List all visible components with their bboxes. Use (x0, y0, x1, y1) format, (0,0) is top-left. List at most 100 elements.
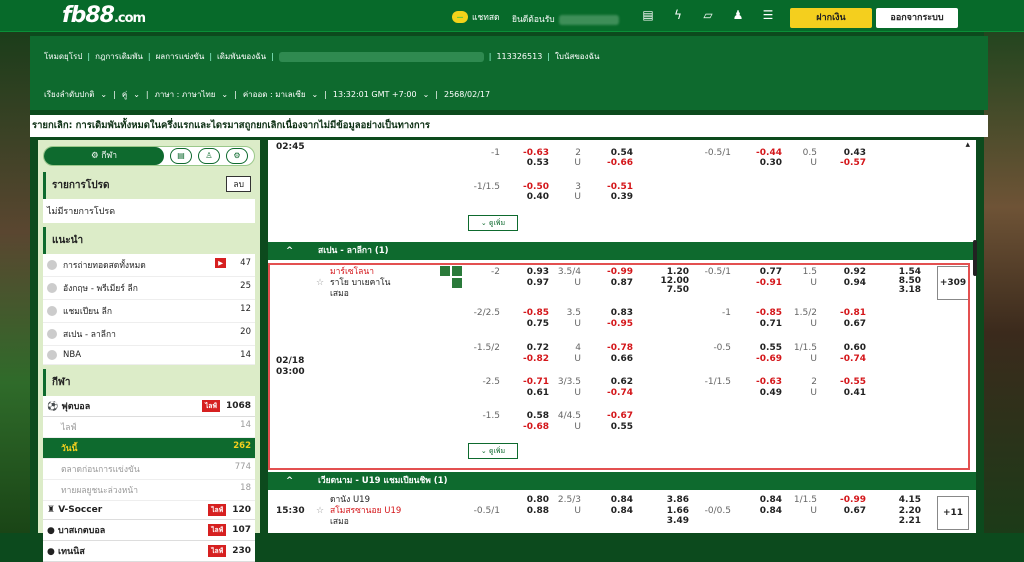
betslip-icon[interactable]: ▤ (170, 148, 192, 164)
odds-cell[interactable]: 0.39 (593, 192, 633, 202)
odds-cell[interactable]: 0.41 (826, 388, 866, 398)
balance-icon[interactable]: ▤ (640, 8, 656, 22)
gear-icon[interactable]: ⚙ (226, 148, 248, 164)
logout-button[interactable]: ออกจากระบบ (876, 8, 958, 28)
odds-cell[interactable]: 0.77 (742, 267, 782, 277)
promo-icon[interactable]: ▱ (700, 8, 716, 22)
more-markets-button[interactable]: +11 (937, 496, 969, 530)
more-button[interactable]: ⌄ ดูเพิ่ม (468, 215, 518, 231)
sub-item-today[interactable]: วันนี้ 262 (43, 438, 255, 459)
odds-cell[interactable]: 0.67 (826, 319, 866, 329)
odds-cell[interactable]: -0.51 (593, 182, 633, 192)
odds-cell[interactable]: 2.21 (881, 516, 921, 526)
odds-cell[interactable]: 0.66 (593, 354, 633, 364)
odds-cell[interactable]: 0.83 (593, 308, 633, 318)
odds-cell[interactable]: 3.86 (649, 495, 689, 505)
star-icon[interactable]: ☆ (316, 506, 324, 516)
odds-cell[interactable]: 0.87 (593, 278, 633, 288)
odds-cell[interactable]: -0.95 (593, 319, 633, 329)
link-rules[interactable]: กฎการเดิมพัน (95, 50, 143, 63)
scrollbar[interactable] (973, 240, 977, 276)
odds-cell[interactable]: -0.57 (826, 158, 866, 168)
sport-vsoccer[interactable]: ♜ V-Soccer ไลฟ์ 120 (43, 501, 255, 520)
user-icon[interactable]: ♙ (198, 148, 220, 164)
sub-item-prematch[interactable]: ตลาดก่อนการแข่งขัน 774 (43, 459, 255, 480)
odds-cell[interactable]: 0.54 (593, 148, 633, 158)
odds-cell[interactable]: 0.62 (593, 377, 633, 387)
odds-select[interactable]: ค่าออด : มาเลเซีย (243, 88, 306, 101)
home-team[interactable]: ดานัง U19 (330, 495, 370, 505)
list-icon[interactable]: ☰ (760, 8, 776, 22)
away-team[interactable]: ราโย บาเยคาโน (330, 278, 390, 288)
league-header-laliga[interactable]: ^ สเปน - ลาลีกา (1) (268, 242, 976, 260)
odds-cell[interactable]: 0.92 (826, 267, 866, 277)
sport-basketball[interactable]: ● บาสเกตบอล ไลฟ์ 107 (43, 520, 255, 541)
list-item[interactable]: NBA 14 (43, 346, 255, 365)
more-button[interactable]: ⌄ ดูเพิ่ม (468, 443, 518, 459)
odds-cell[interactable]: -0.66 (593, 158, 633, 168)
link-my-bets[interactable]: เดิมพันของฉัน (217, 50, 266, 63)
odds-cell[interactable]: 0.84 (742, 495, 782, 505)
odds-cell[interactable]: -0.81 (826, 308, 866, 318)
odds-cell[interactable]: -0.44 (742, 148, 782, 158)
language-select[interactable]: ภาษา : ภาษาไทย (155, 88, 216, 101)
play-icon[interactable] (452, 266, 462, 276)
odds-cell[interactable]: 7.50 (649, 285, 689, 295)
live-chat[interactable]: … แชทสด (452, 10, 500, 24)
odds-cell[interactable]: -0.99 (826, 495, 866, 505)
away-team[interactable]: สโมสรซานอย U19 (330, 506, 401, 516)
caret-up-icon[interactable]: ▴ (965, 140, 970, 150)
odds-cell[interactable]: 0.84 (742, 506, 782, 516)
sport-soccer[interactable]: ⚽ ฟุตบอล ไลฟ์ 1068 (43, 396, 255, 417)
odds-cell[interactable]: 4.15 (881, 495, 921, 505)
odds-cell[interactable]: 0.67 (826, 506, 866, 516)
logo[interactable]: fb88.com (62, 3, 146, 28)
odds-cell[interactable]: -0.99 (593, 267, 633, 277)
stats-icon[interactable] (440, 266, 450, 276)
list-item[interactable]: แชมเปียน ลีก 12 (43, 300, 255, 323)
odds-cell[interactable]: -0.91 (742, 278, 782, 288)
deposit-button[interactable]: ฝากเงิน (790, 8, 872, 28)
league-header-vietnam[interactable]: ^ เวียดนาม - U19 แชมเปียนชิพ (1) (268, 472, 976, 490)
odds-cell[interactable]: 0.84 (593, 495, 633, 505)
field-icon[interactable] (452, 278, 462, 288)
odds-cell[interactable]: -0.78 (593, 343, 633, 353)
tab-sports[interactable]: ⚙ กีฬา (44, 147, 164, 165)
sub-item-live[interactable]: ไลฟ์ 14 (43, 417, 255, 438)
pair-select[interactable]: คู่ (122, 88, 127, 101)
odds-cell[interactable]: 0.94 (826, 278, 866, 288)
odds-cell[interactable]: 0.49 (742, 388, 782, 398)
flash-icon[interactable]: ϟ (670, 8, 686, 22)
odds-cell[interactable]: -0.74 (593, 388, 633, 398)
star-icon[interactable]: ☆ (316, 278, 324, 288)
list-item[interactable]: การถ่ายทอดสดทั้งหมด ▶ 47 (43, 254, 255, 277)
odds-cell[interactable]: 2.20 (881, 506, 921, 516)
odds-cell[interactable]: 0.71 (742, 319, 782, 329)
sub-item-outright[interactable]: ทายผลยูชนะล่วงหน้า 18 (43, 480, 255, 501)
link-my-bonus[interactable]: ใบนัสของฉัน (555, 50, 599, 63)
odds-cell[interactable]: 1.66 (649, 506, 689, 516)
link-results[interactable]: ผลการแข่งขัน (156, 50, 205, 63)
odds-cell[interactable]: -0.67 (593, 411, 633, 421)
odds-cell[interactable]: -0.85 (742, 308, 782, 318)
odds-cell[interactable]: 3.49 (649, 516, 689, 526)
list-item[interactable]: สเปน - ลาลีกา 20 (43, 323, 255, 346)
odds-cell[interactable]: 0.55 (742, 343, 782, 353)
sport-tennis[interactable]: ● เทนนิส ไลฟ์ 230 (43, 541, 255, 562)
sort-select[interactable]: เรียงลำดับปกติ (44, 88, 94, 101)
odds-cell[interactable]: 3.18 (881, 285, 921, 295)
home-team[interactable]: มาร์เซโลนา (330, 267, 374, 277)
odds-cell[interactable]: -0.74 (826, 354, 866, 364)
link-euro-mode[interactable]: โหมดยุโรป (44, 50, 82, 63)
odds-cell[interactable]: 0.43 (826, 148, 866, 158)
odds-cell[interactable]: 0.60 (826, 343, 866, 353)
odds-cell[interactable]: 0.55 (593, 422, 633, 432)
odds-cell[interactable]: -0.63 (742, 377, 782, 387)
profile-icon[interactable]: ♟ (730, 8, 746, 22)
list-item[interactable]: อังกฤษ - พรีเมียร์ ลีก 25 (43, 277, 255, 300)
odds-cell[interactable]: 0.30 (742, 158, 782, 168)
more-markets-button[interactable]: +309 (937, 266, 969, 300)
odds-cell[interactable]: -0.69 (742, 354, 782, 364)
odds-cell[interactable]: -0.55 (826, 377, 866, 387)
odds-cell[interactable]: 0.84 (593, 506, 633, 516)
